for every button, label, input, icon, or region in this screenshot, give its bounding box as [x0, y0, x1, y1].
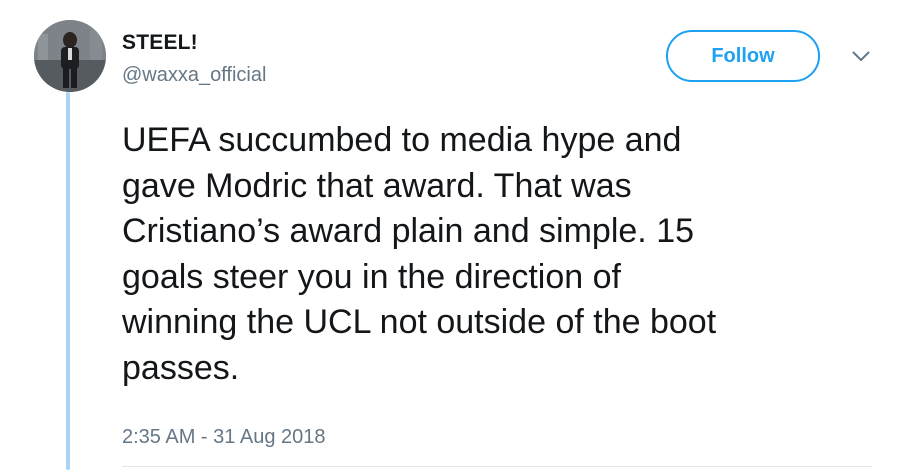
chevron-down-icon — [852, 51, 870, 61]
divider — [122, 466, 872, 467]
avatar[interactable] — [34, 20, 106, 92]
follow-button-label: Follow — [711, 44, 775, 67]
user-avatar-icon — [34, 20, 106, 92]
tweet-timestamp[interactable]: 2:35 AM - 31 Aug 2018 — [122, 425, 326, 449]
tweet-menu-button[interactable] — [848, 46, 874, 66]
follow-button[interactable]: Follow — [666, 30, 820, 82]
user-handle[interactable]: @waxxa_official — [122, 63, 266, 87]
thread-connector-line — [66, 92, 70, 470]
display-name[interactable]: STEEL! — [122, 30, 198, 56]
tweet-text: UEFA succumbed to media hype and gave Mo… — [122, 121, 717, 387]
